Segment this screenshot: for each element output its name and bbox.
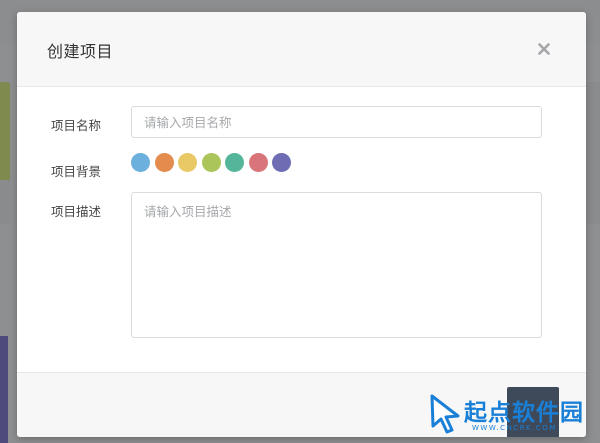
watermark-url: WWW.CNCRK.COM: [472, 424, 557, 432]
background-color-picker: [131, 153, 291, 173]
project-description-input[interactable]: [131, 192, 542, 338]
background-color-swatch[interactable]: [225, 153, 244, 172]
site-watermark: 起点软件园 WWW.CNCRK.COM: [428, 390, 598, 440]
background-color-swatch[interactable]: [131, 153, 150, 172]
background-color-swatch[interactable]: [272, 153, 291, 172]
project-background-label: 项目背景: [51, 164, 102, 179]
background-color-swatch[interactable]: [201, 153, 221, 172]
watermark-logo-icon: [430, 394, 460, 434]
project-name-input[interactable]: [131, 106, 542, 138]
background-project-card-footer: [0, 180, 10, 224]
project-name-label: 项目名称: [51, 118, 102, 133]
background-color-swatch[interactable]: [178, 153, 197, 172]
background-project-card: [586, 82, 600, 224]
background-color-swatch[interactable]: [248, 153, 268, 172]
close-button[interactable]: [531, 36, 557, 62]
create-project-dialog: 创建项目 项目名称 项目背景 项目描述: [17, 12, 586, 437]
project-description-label: 项目描述: [51, 204, 102, 219]
close-icon: [538, 43, 550, 55]
background-project-card: [0, 336, 8, 443]
background-color-swatch[interactable]: [154, 153, 174, 172]
dialog-title: 创建项目: [47, 42, 114, 61]
dialog-header: 创建项目: [17, 12, 586, 87]
watermark-text: 起点软件园: [464, 400, 584, 426]
